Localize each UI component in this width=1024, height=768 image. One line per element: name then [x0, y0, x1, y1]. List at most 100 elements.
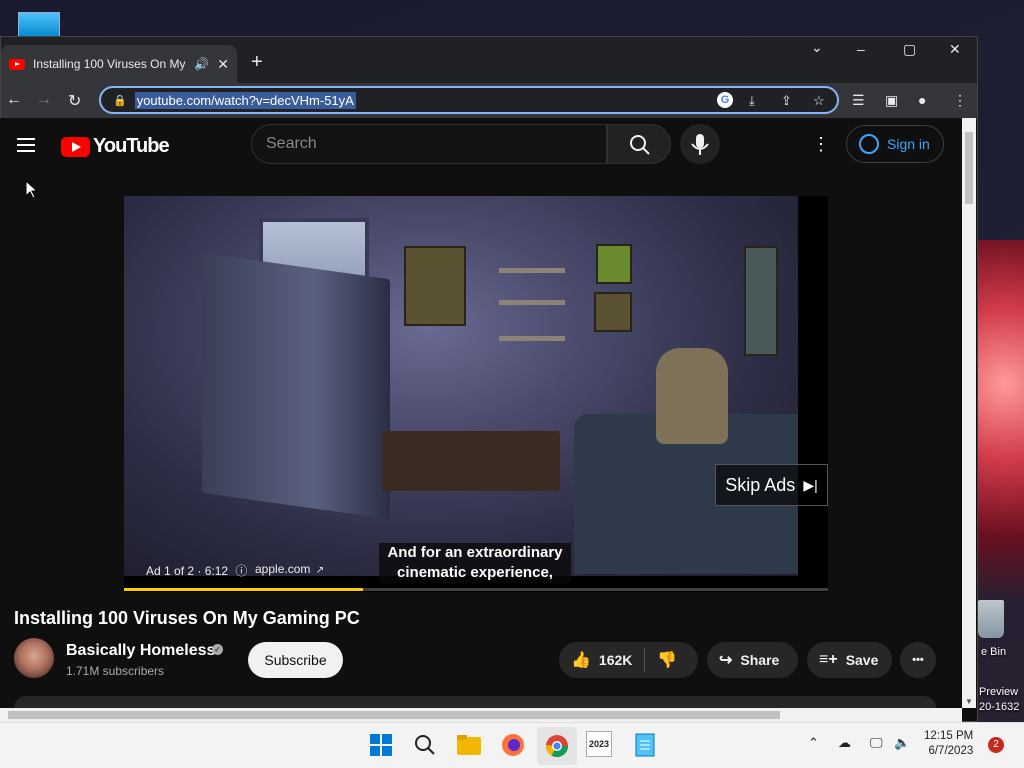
close-window-button[interactable]: ✕	[949, 41, 961, 58]
youtube-play-icon	[61, 136, 90, 157]
chrome-taskbar-icon[interactable]	[537, 727, 577, 765]
scroll-down-arrow-icon[interactable]: ▼	[965, 697, 973, 706]
google-lens-icon[interactable]: G	[717, 92, 733, 108]
playlist-add-icon: ≡+	[819, 651, 838, 668]
preview-label-1[interactable]: Preview	[979, 686, 1018, 698]
description-box[interactable]	[14, 696, 936, 708]
file-explorer-icon[interactable]	[455, 731, 483, 759]
settings-more-icon[interactable]: ⋮	[812, 134, 830, 155]
volume-icon[interactable]: 🔈	[894, 735, 910, 751]
vertical-scrollbar[interactable]: ▼	[962, 118, 976, 708]
notification-badge[interactable]: 2	[988, 737, 1004, 753]
calendar-app-icon[interactable]: 2023	[586, 731, 612, 757]
like-count[interactable]: 162K	[599, 652, 632, 668]
skip-ads-button[interactable]: Skip Ads ▶|	[715, 464, 828, 506]
skip-ads-label: Skip Ads	[725, 474, 796, 495]
youtube-favicon-icon	[9, 58, 25, 70]
more-actions-button[interactable]: •••	[900, 642, 936, 678]
video-frame	[124, 196, 798, 576]
search-button[interactable]	[607, 124, 671, 164]
tab-search-icon[interactable]: ⌄	[811, 39, 823, 56]
caption-line-2: cinematic experience,	[397, 564, 553, 581]
side-panel-icon[interactable]: ▣	[885, 92, 898, 109]
advertiser-link-text[interactable]: apple.com	[255, 562, 310, 576]
channel-name[interactable]: Basically Homeless	[66, 642, 215, 660]
notepad-icon[interactable]	[631, 731, 659, 759]
advertiser-link[interactable]: apple.com ↗	[255, 562, 324, 576]
search-icon	[630, 135, 650, 155]
address-bar[interactable]: 🔒 youtube.com/watch?v=decVHm-51yA G ⤓ ⇪ …	[99, 86, 839, 114]
scene-frame-2	[596, 244, 632, 284]
install-app-icon[interactable]: ⤓	[749, 93, 755, 109]
profile-icon[interactable]: ●	[918, 92, 926, 108]
hamburger-menu-icon[interactable]	[17, 138, 35, 152]
wallpaper-art	[978, 240, 1024, 600]
forward-button[interactable]: →	[36, 91, 52, 109]
tab-strip: Installing 100 Viruses On My 🔊 ✕ + ⌄ – ▢…	[1, 37, 977, 83]
new-tab-button[interactable]: +	[251, 51, 263, 74]
like-divider	[644, 648, 646, 672]
show-hidden-icons-chevron-icon[interactable]: ⌃	[808, 735, 819, 751]
desktop-folder-icon[interactable]	[18, 12, 60, 38]
search-input[interactable]: Search	[251, 124, 607, 164]
thumbs-down-icon[interactable]: 👎	[657, 650, 677, 670]
video-player[interactable]: Skip Ads ▶| And for an extraordinary cin…	[124, 196, 828, 592]
close-tab-icon[interactable]: ✕	[217, 56, 229, 73]
sign-in-button[interactable]: Sign in	[846, 125, 944, 163]
youtube-header: YouTube Search ⋮ Sign in	[0, 118, 962, 174]
windows-start-icon[interactable]	[367, 731, 395, 759]
ad-info-icon[interactable]: ⓘ	[235, 564, 247, 578]
onedrive-offline-icon[interactable]: ☁	[838, 735, 851, 751]
media-queue-icon[interactable]: ☰	[852, 92, 865, 109]
channel-avatar[interactable]	[14, 638, 54, 678]
clock-time: 12:15 PM	[924, 730, 974, 742]
ad-counter: Ad 1 of 2 · 6:12 ⓘ	[146, 562, 247, 579]
scene-shelf-2	[499, 300, 565, 305]
horizontal-scrollbar[interactable]	[0, 708, 962, 722]
bookmark-star-icon[interactable]: ☆	[813, 93, 825, 109]
subscribe-button[interactable]: Subscribe	[248, 642, 343, 678]
preview-label-2[interactable]: 20-1632	[979, 701, 1019, 713]
url-text[interactable]: youtube.com/watch?v=decVHm-51yA	[134, 91, 356, 109]
external-link-icon: ↗	[315, 565, 325, 576]
share-icon[interactable]: ⇪	[781, 93, 792, 109]
skip-next-icon: ▶|	[803, 476, 818, 493]
recycle-bin-label[interactable]: e Bin	[981, 646, 1006, 658]
tab-title: Installing 100 Viruses On My	[33, 57, 186, 71]
voice-search-button[interactable]	[680, 124, 720, 164]
ad-progress-bar[interactable]	[124, 588, 828, 591]
vertical-scroll-thumb[interactable]	[965, 132, 973, 204]
tab-youtube[interactable]: Installing 100 Viruses On My 🔊 ✕	[1, 45, 237, 83]
browser-toolbar: ← → ↻ 🔒 youtube.com/watch?v=decVHm-51yA …	[1, 83, 977, 119]
lock-icon[interactable]: 🔒	[113, 94, 127, 107]
share-button[interactable]: ↪ Share	[707, 642, 798, 678]
scene-shelf-1	[499, 268, 565, 273]
firefox-icon[interactable]	[499, 731, 527, 759]
video-title: Installing 100 Viruses On My Gaming PC	[14, 608, 360, 628]
youtube-logo[interactable]: YouTube	[61, 135, 170, 158]
save-button[interactable]: ≡+ Save	[807, 642, 892, 678]
page-viewport: YouTube Search ⋮ Sign in Skip Ads ▶| And…	[0, 118, 962, 708]
taskbar: 2023 ⌃ ☁ 🖵 🔈 12:15 PM 6/7/2023 2	[0, 722, 1024, 768]
scene-frame-1	[404, 246, 466, 326]
maximize-button[interactable]: ▢	[903, 41, 916, 58]
mouse-cursor-icon	[25, 180, 39, 199]
scene-person	[656, 348, 728, 444]
network-icon[interactable]: 🖵	[870, 735, 883, 751]
share-arrow-icon: ↪	[719, 652, 733, 669]
scene-shelf-3	[499, 336, 565, 341]
thumbs-up-icon[interactable]: 👍	[571, 650, 591, 670]
horizontal-scroll-thumb[interactable]	[8, 711, 780, 719]
youtube-wordmark: YouTube	[93, 135, 170, 157]
chrome-menu-icon[interactable]: ⋮	[953, 92, 967, 109]
scene-frame-4	[744, 246, 778, 356]
minimize-button[interactable]: –	[857, 41, 865, 57]
speaker-icon[interactable]: 🔊	[194, 57, 209, 71]
account-circle-icon	[859, 134, 879, 154]
clock[interactable]: 12:15 PM 6/7/2023	[924, 729, 973, 759]
save-label: Save	[845, 652, 879, 668]
reload-button[interactable]: ↻	[68, 91, 81, 111]
back-button[interactable]: ←	[6, 91, 22, 109]
recycle-bin-icon[interactable]	[978, 600, 1004, 638]
search-taskbar-icon[interactable]	[411, 731, 439, 759]
